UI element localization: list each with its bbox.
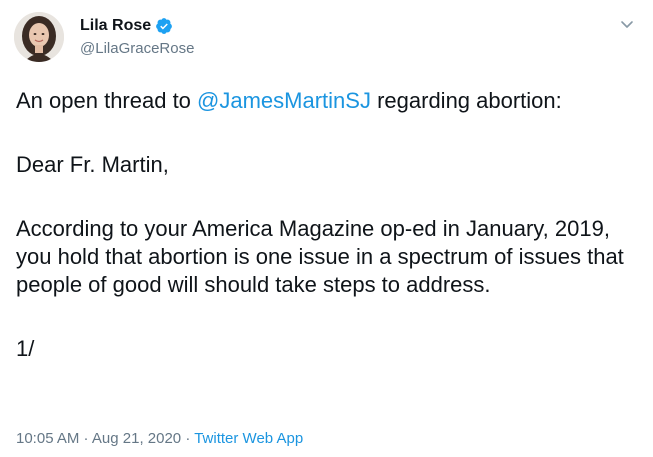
tweet-intro-prefix: An open thread to [16, 88, 198, 113]
author-name-row[interactable]: Lila Rose [80, 16, 173, 36]
tweet-line-intro: An open thread to @JamesMartinSJ regardi… [16, 87, 638, 115]
chevron-down-icon[interactable] [619, 16, 635, 32]
mention-link[interactable]: @JamesMartinSJ [197, 88, 371, 113]
verified-badge-icon [156, 18, 173, 34]
tweet-date[interactable]: Aug 21, 2020 [92, 430, 181, 447]
tweet-line-body: According to your America Magazine op-ed… [16, 216, 624, 297]
tweet-line-salutation: Dear Fr. Martin, [16, 152, 169, 177]
tweet-intro-suffix: regarding abortion: [370, 88, 562, 113]
display-name[interactable]: Lila Rose [80, 16, 151, 36]
meta-separator: · [79, 430, 92, 447]
meta-separator-2: · [181, 430, 195, 447]
tweet-text: An open thread to @JamesMartinSJ regardi… [16, 87, 638, 363]
tweet-card: Lila Rose @LilaGraceRose An open thread … [0, 0, 653, 457]
avatar[interactable] [14, 12, 64, 62]
source-app-link[interactable]: Twitter Web App [194, 430, 303, 447]
tweet-meta: 10:05 AM · Aug 21, 2020 · Twitter Web Ap… [16, 429, 303, 449]
author-handle[interactable]: @LilaGraceRose [80, 39, 194, 59]
tweet-line-thread-count: 1/ [16, 336, 35, 361]
profile-photo-icon [14, 12, 64, 62]
tweet-time[interactable]: 10:05 AM [16, 430, 79, 447]
